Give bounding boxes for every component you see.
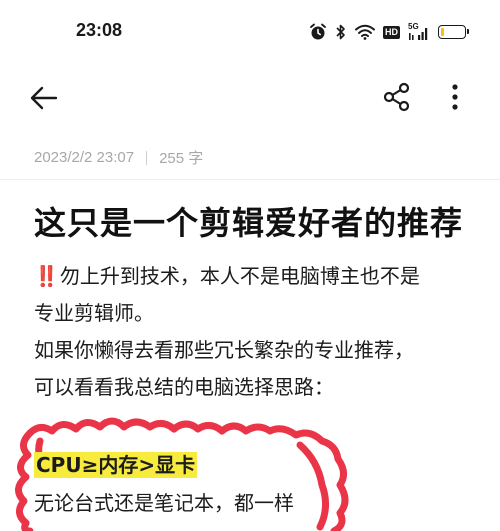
back-button[interactable] [28,84,60,112]
alarm-icon [310,23,326,40]
status-time: 23:08 [76,20,123,40]
header-divider [0,179,500,180]
note-title: 这只是一个剪辑爱好者的推荐 [34,204,464,242]
highlighted-text: CPU≥内存>显卡 [34,452,198,478]
wifi-icon [355,24,375,40]
note-body[interactable]: ‼️ 勿上升到技术，本人不是电脑博主也不是 专业剪辑师。 如果你懒得去看那些冗长繁… [34,258,474,406]
hd-badge: HD [383,25,400,39]
body-line: ‼️ 勿上升到技术，本人不是电脑博主也不是 [34,264,420,288]
meta-divider [146,150,148,165]
word-count: 255 字 [159,150,204,167]
battery-icon [438,25,469,39]
note-meta: 2023/2/2 23:07 255 字 [34,147,203,168]
cellular-signal-icon: 5G [408,22,430,41]
body-line: 专业剪辑师。 [34,301,154,325]
more-button[interactable] [444,82,466,112]
double-exclamation-icon: ‼️ [34,264,59,288]
status-bar: 23:08 HD 5G [0,0,500,62]
note-date: 2023/2/2 23:07 [34,149,135,166]
more-vertical-icon [452,84,458,110]
share-icon [383,82,410,112]
body-line: 如果你懒得去看那些冗长繁杂的专业推荐， [34,338,414,362]
body-line: 可以看看我总结的电脑选择思路： [34,375,334,399]
arrow-left-icon [30,86,58,110]
app-bar [0,70,500,126]
bluetooth-icon [336,24,345,40]
status-icons: HD 5G [309,22,469,42]
share-button[interactable] [382,82,412,112]
body-line: 无论台式还是笔记本，都一样 [34,491,294,515]
